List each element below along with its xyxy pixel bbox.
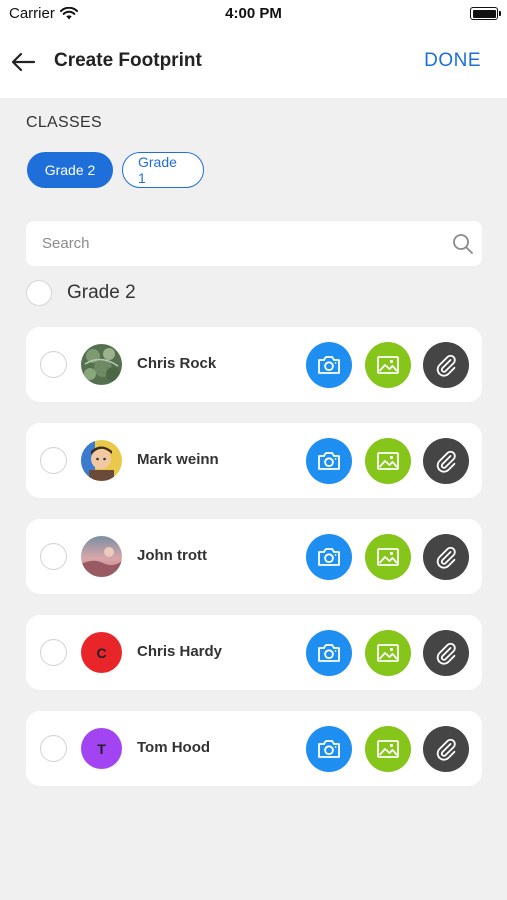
status-bar: Carrier 4:00 PM [0,0,507,26]
image-gallery-icon [376,355,400,375]
student-name: John trott [137,547,207,564]
avatar [81,536,122,577]
back-arrow-icon [11,52,36,72]
avatar: C [81,632,122,673]
camera-icon [317,643,341,663]
student-select-checkbox[interactable] [40,735,67,762]
camera-icon [317,739,341,759]
paperclip-icon [435,641,457,665]
class-chip-grade-1[interactable]: Grade 1 [122,152,204,188]
group-label: Grade 2 [67,282,136,303]
camera-icon [317,547,341,567]
gallery-button[interactable] [365,534,411,580]
search-input[interactable] [26,221,446,266]
image-gallery-icon [376,643,400,663]
student-row: Chris Rock [26,327,482,402]
paperclip-icon [435,545,457,569]
avatar [81,440,122,481]
camera-button[interactable] [306,534,352,580]
search-icon[interactable] [451,232,475,256]
nav-bar: Create Footprint DONE [0,26,507,98]
student-list: Chris Rock Mark weinn John trott C Chris Har… [26,327,482,807]
paperclip-icon [435,737,457,761]
attach-button[interactable] [423,438,469,484]
student-select-checkbox[interactable] [40,639,67,666]
student-name: Chris Rock [137,355,217,372]
classes-label: CLASSES [26,114,102,131]
student-name: Tom Hood [137,739,211,756]
group-select-checkbox[interactable] [26,280,52,306]
student-name: Chris Hardy [137,643,223,660]
student-select-checkbox[interactable] [40,543,67,570]
attach-button[interactable] [423,534,469,580]
group-select-row: Grade 2 [26,280,136,306]
class-chips: Grade 2 Grade 1 [27,152,204,188]
avatar-initial: C [96,644,107,661]
student-row: Mark weinn [26,423,482,498]
camera-button[interactable] [306,438,352,484]
attach-button[interactable] [423,726,469,772]
back-button[interactable] [8,48,38,76]
done-button[interactable]: DONE [424,50,481,72]
battery-icon [470,7,501,20]
camera-icon [317,355,341,375]
gallery-button[interactable] [365,726,411,772]
avatar-initial: T [97,740,106,757]
avatar: T [81,728,122,769]
attach-button[interactable] [423,342,469,388]
student-select-checkbox[interactable] [40,351,67,378]
avatar [81,344,122,385]
student-row: C Chris Hardy [26,615,482,690]
student-row: John trott [26,519,482,594]
page-title: Create Footprint [54,50,202,71]
paperclip-icon [435,449,457,473]
gallery-button[interactable] [365,438,411,484]
camera-icon [317,451,341,471]
camera-button[interactable] [306,630,352,676]
paperclip-icon [435,353,457,377]
gallery-button[interactable] [365,342,411,388]
image-gallery-icon [376,739,400,759]
student-name: Mark weinn [137,451,219,468]
gallery-button[interactable] [365,630,411,676]
student-row: T Tom Hood [26,711,482,786]
image-gallery-icon [376,451,400,471]
status-time: 4:00 PM [225,5,282,22]
class-chip-grade-2[interactable]: Grade 2 [27,152,113,188]
attach-button[interactable] [423,630,469,676]
search-box [26,221,482,266]
student-select-checkbox[interactable] [40,447,67,474]
battery-fill [472,9,496,18]
camera-button[interactable] [306,726,352,772]
camera-button[interactable] [306,342,352,388]
image-gallery-icon [376,547,400,567]
